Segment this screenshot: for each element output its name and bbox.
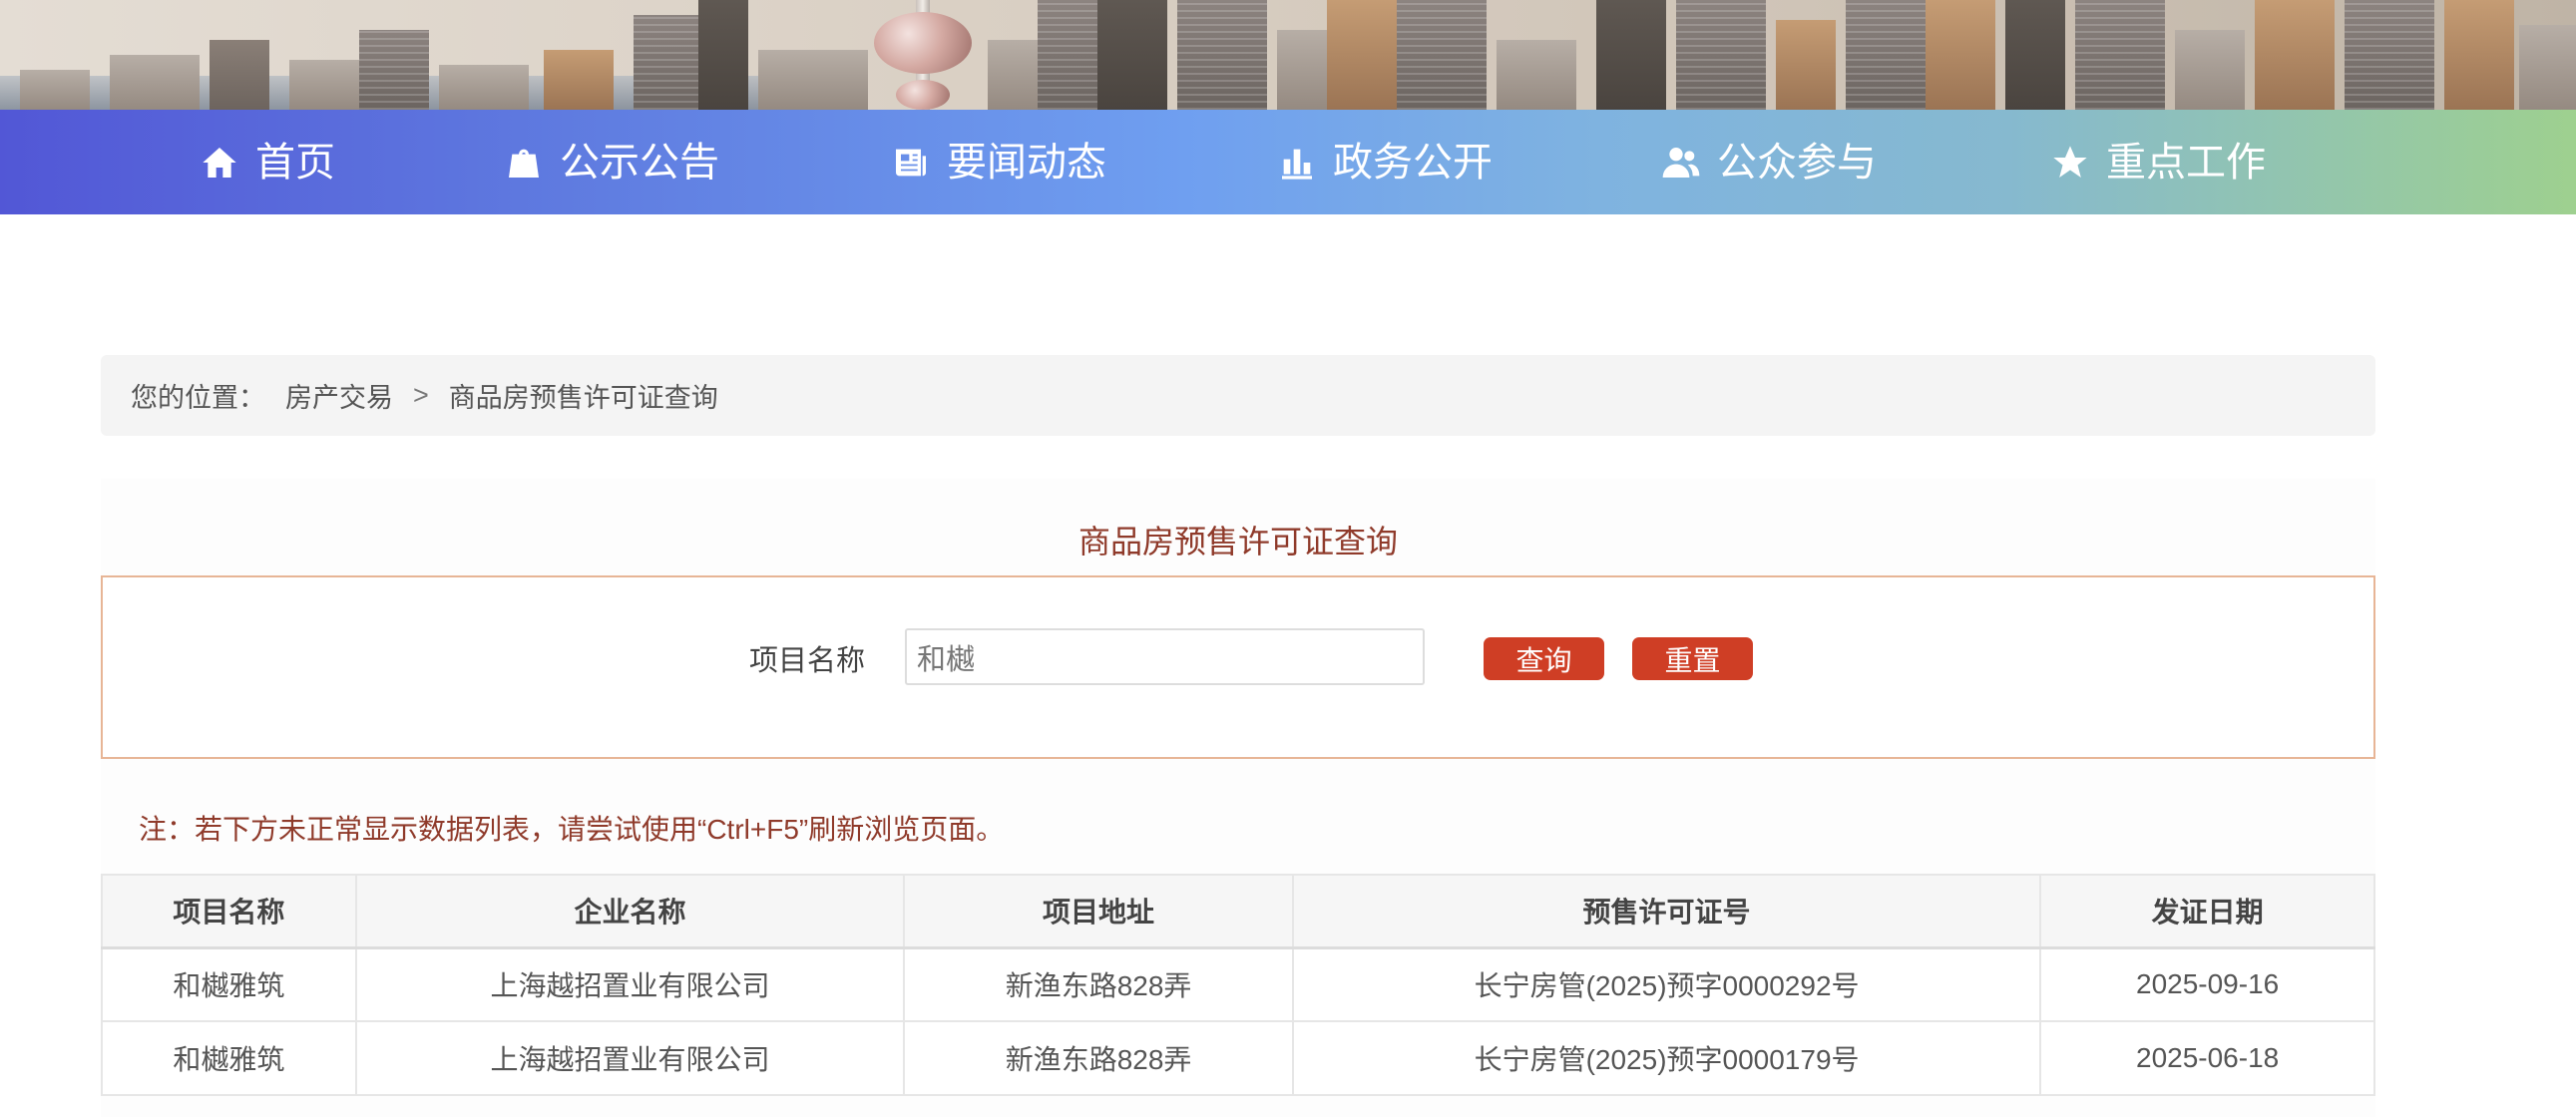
nav-item-label: 首页	[255, 140, 335, 185]
nav-item-label: 重点工作	[2106, 140, 2266, 185]
column-header-permit-number: 预售许可证号	[1291, 874, 2042, 949]
users-icon	[1662, 147, 1700, 178]
nav-item-home[interactable]: 首页	[200, 110, 335, 214]
star-icon	[2053, 145, 2087, 178]
nav-item-label: 公众参与	[1717, 140, 1877, 185]
project-name-input[interactable]	[905, 628, 1425, 685]
cell-issue-date: 2025-09-16	[2039, 946, 2375, 1022]
cell-project-name: 和樾雅筑	[101, 946, 357, 1022]
cell-project-address: 新渔东路828弄	[903, 946, 1294, 1022]
breadcrumb-separator: >	[413, 380, 429, 410]
nav-item-key-work[interactable]: 重点工作	[2050, 110, 2266, 214]
cell-project-name: 和樾雅筑	[101, 1020, 357, 1096]
search-panel: 项目名称 查询 重置	[101, 575, 2375, 759]
newspaper-icon	[896, 149, 926, 176]
table-row: 和樾雅筑 上海越招置业有限公司 新渔东路828弄 长宁房管(2025)预字000…	[101, 1020, 2375, 1096]
breadcrumb-current: 商品房预售许可证查询	[448, 383, 718, 413]
refresh-note: 注：若下方未正常显示数据列表，请尝试使用“Ctrl+F5”刷新浏览页面。	[139, 814, 1005, 845]
breadcrumb: 您的位置： 房产交易 > 商品房预售许可证查询	[101, 355, 2375, 436]
column-header-project-address: 项目地址	[903, 874, 1294, 949]
nav-item-label: 政务公开	[1333, 140, 1493, 185]
nav-item-label: 公示公告	[560, 140, 719, 185]
nav-item-participation[interactable]: 公众参与	[1661, 110, 1877, 214]
nav-item-label: 要闻动态	[947, 140, 1106, 185]
reset-button[interactable]: 重置	[1632, 637, 1753, 680]
cell-permit-number: 长宁房管(2025)预字0000292号	[1291, 946, 2042, 1022]
cell-issue-date: 2025-06-18	[2039, 1020, 2375, 1096]
nav-item-notices[interactable]: 公示公告	[504, 110, 719, 214]
project-name-label: 项目名称	[749, 645, 866, 677]
main-content: 商品房预售许可证查询 项目名称 查询 重置 注：若下方未正常显示数据列表，请尝试…	[101, 479, 2375, 1117]
nav-item-government[interactable]: 政务公开	[1277, 110, 1493, 214]
cell-company-name: 上海越招置业有限公司	[354, 1020, 906, 1096]
header-banner	[0, 0, 2576, 110]
nav-item-news[interactable]: 要闻动态	[891, 110, 1106, 214]
bar-chart-icon	[1282, 149, 1312, 180]
column-header-project-name: 项目名称	[101, 874, 357, 949]
cell-permit-number: 长宁房管(2025)预字0000179号	[1291, 1020, 2042, 1096]
cell-company-name: 上海越招置业有限公司	[354, 946, 906, 1022]
main-nav: 首页 公示公告 要闻动态 政务公开 公众参与 重点工作	[0, 110, 2576, 214]
home-icon	[203, 147, 236, 178]
cell-project-address: 新渔东路828弄	[903, 1020, 1294, 1096]
column-header-issue-date: 发证日期	[2039, 874, 2375, 949]
table-row: 和樾雅筑 上海越招置业有限公司 新渔东路828弄 长宁房管(2025)预字000…	[101, 946, 2375, 1022]
query-button[interactable]: 查询	[1484, 637, 1604, 680]
column-header-company-name: 企业名称	[354, 874, 906, 949]
breadcrumb-prefix: 您的位置：	[131, 383, 265, 413]
table-header-row: 项目名称 企业名称 项目地址 预售许可证号 发证日期	[101, 874, 2375, 949]
notice-icon	[509, 149, 539, 178]
page-title: 商品房预售许可证查询	[1077, 524, 1398, 559]
results-table: 项目名称 企业名称 项目地址 预售许可证号 发证日期 和樾雅筑 上海越招置业有限…	[101, 874, 2375, 1096]
breadcrumb-link-housing[interactable]: 房产交易	[285, 376, 393, 415]
